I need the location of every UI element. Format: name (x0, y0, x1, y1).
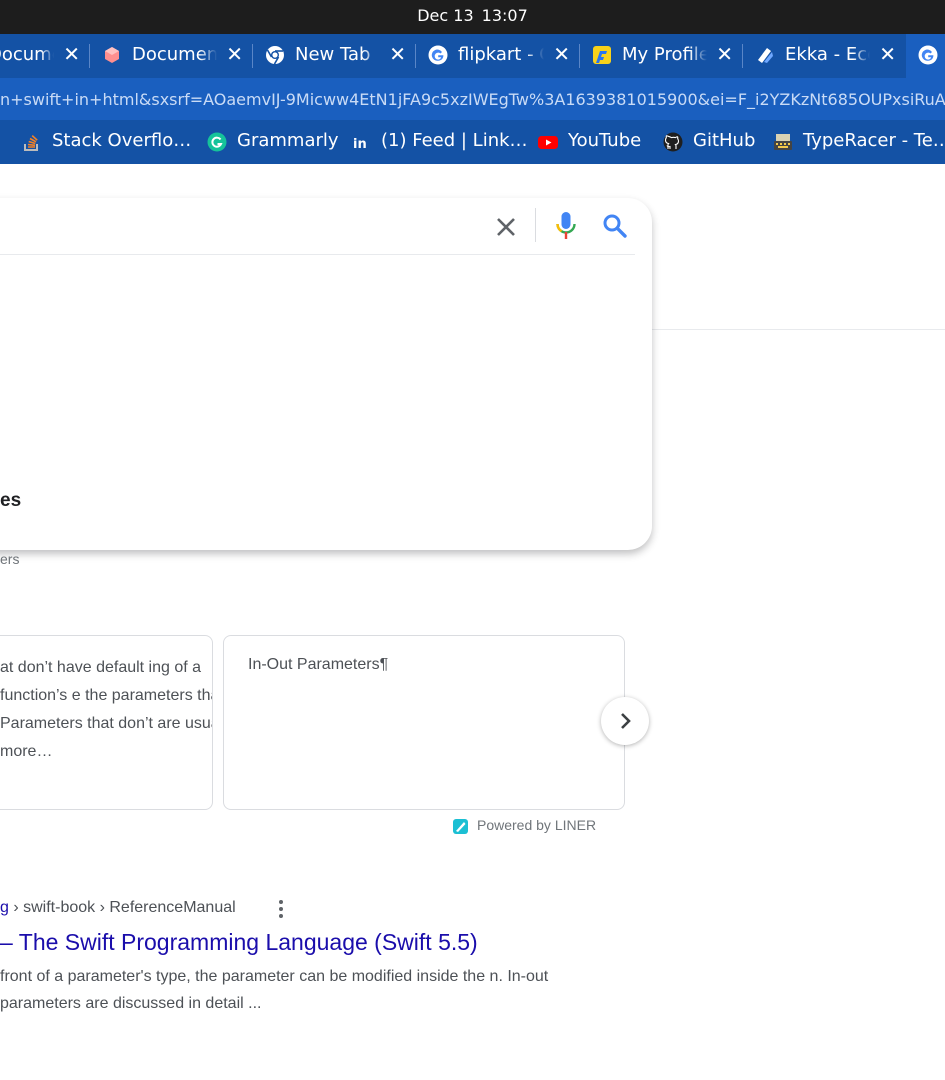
tab-title: flipkart - Google Search (458, 44, 544, 65)
tab-ekka[interactable]: Ekka - Ecommerce ✕ (743, 34, 906, 78)
tab-close-button[interactable]: ✕ (879, 43, 896, 65)
breadcrumb-domain: g (0, 899, 9, 916)
google-icon (428, 45, 448, 65)
stackoverflow-icon (24, 135, 38, 151)
bookmark-stackoverflow[interactable]: Stack Overflo… (22, 130, 192, 156)
card-title: In-Out Parameters¶ (248, 656, 389, 673)
cube-icon (105, 47, 119, 63)
microphone-icon[interactable] (554, 211, 578, 241)
more-options-icon[interactable] (272, 898, 290, 920)
bookmarks-bar: Stack Overflo… Grammarly in (1) Feed | L… (0, 120, 945, 164)
close-icon[interactable] (492, 213, 520, 241)
breadcrumb-path: › swift-book › ReferenceManual (8, 899, 236, 916)
tab-close-button[interactable]: ✕ (63, 43, 80, 65)
bookmark-label: GitHub (693, 130, 756, 151)
tab-active-google[interactable] (906, 34, 945, 78)
bookmark-cut-off[interactable] (0, 130, 4, 156)
tab-document-1[interactable]: Document ✕ (0, 34, 90, 78)
next-card-button[interactable] (601, 697, 649, 745)
divider (535, 208, 536, 242)
tab-new-tab[interactable]: New Tab ✕ (253, 34, 416, 78)
suggestion-text[interactable]: es (0, 490, 21, 512)
result-snippet: front of a parameter's type, the paramet… (0, 968, 549, 1012)
search-divider (0, 254, 635, 255)
tab-close-button[interactable]: ✕ (389, 43, 406, 65)
tab-flipkart-search[interactable]: flipkart - Google Search ✕ (416, 34, 580, 78)
svg-text:in: in (353, 137, 367, 152)
bookmark-typeracer[interactable]: TypeRacer - Te… (773, 130, 945, 156)
chevron-right-icon (621, 713, 631, 729)
flipkart-icon (593, 46, 611, 64)
youtube-icon (538, 136, 558, 149)
bookmark-edge-icon (0, 132, 4, 152)
clock[interactable]: Dec 13 13:07 (0, 6, 945, 25)
address-bar[interactable]: n+swift+in+html&sxsrf=AOaemvIJ-9Micww4Et… (0, 78, 945, 120)
google-icon (918, 45, 938, 65)
clock-date: Dec 13 (417, 6, 474, 25)
tab-title: My Profile (622, 44, 707, 65)
ekka-icon (758, 48, 773, 63)
tab-strip: Document ✕ Document ✕ New Tab ✕ flipkart… (0, 34, 945, 78)
partial-text: ers (0, 551, 20, 567)
bookmark-label: Grammarly (237, 130, 339, 151)
bookmark-github[interactable]: GitHub (663, 130, 763, 156)
url-text[interactable]: n+swift+in+html&sxsrf=AOaemvIJ-9Micww4Et… (0, 90, 945, 109)
tab-close-button[interactable]: ✕ (226, 43, 243, 65)
tab-title: Document (0, 44, 54, 65)
card-text: at don’t have default ing of a function’… (0, 659, 213, 760)
grammarly-icon (207, 132, 227, 152)
bookmark-grammarly[interactable]: Grammarly (207, 130, 339, 156)
liner-card-left[interactable]: at don’t have default ing of a function’… (0, 635, 213, 810)
typeracer-icon (774, 134, 792, 150)
github-icon (663, 132, 683, 152)
bookmark-label: YouTube (568, 130, 642, 151)
system-top-bar: Dec 13 13:07 (0, 0, 945, 34)
search-suggestion-dropdown[interactable]: es (0, 198, 652, 550)
bookmark-youtube[interactable]: YouTube (538, 130, 650, 156)
bookmark-linkedin[interactable]: in (1) Feed | Link… (351, 130, 528, 156)
bookmark-label: (1) Feed | Link… (381, 130, 528, 151)
liner-card-right[interactable]: In-Out Parameters¶ (223, 635, 625, 810)
tab-title: New Tab (295, 44, 371, 65)
tab-title: Ekka - Ecommerce (785, 44, 870, 65)
clock-time: 13:07 (481, 6, 528, 25)
powered-by-text: Powered by LINER (477, 817, 597, 833)
liner-logo-icon (453, 819, 468, 834)
tab-document-2[interactable]: Document ✕ (90, 34, 253, 78)
search-results-page: ers es at don’t have default ing of a fu… (0, 164, 945, 1080)
result-breadcrumb: g › swift-book › ReferenceManual (0, 899, 236, 917)
search-icon[interactable] (601, 212, 629, 240)
result-title-link[interactable]: – The Swift Programming Language (Swift … (0, 929, 478, 956)
tab-title: Document (132, 44, 217, 65)
linkedin-icon: in (352, 133, 370, 152)
tab-close-button[interactable]: ✕ (716, 43, 733, 65)
bookmark-label: TypeRacer - Te… (803, 130, 945, 151)
bookmark-label: Stack Overflo… (52, 130, 192, 151)
chrome-icon (266, 46, 284, 65)
tab-my-profile[interactable]: My Profile ✕ (580, 34, 743, 78)
tab-close-button[interactable]: ✕ (553, 43, 570, 65)
